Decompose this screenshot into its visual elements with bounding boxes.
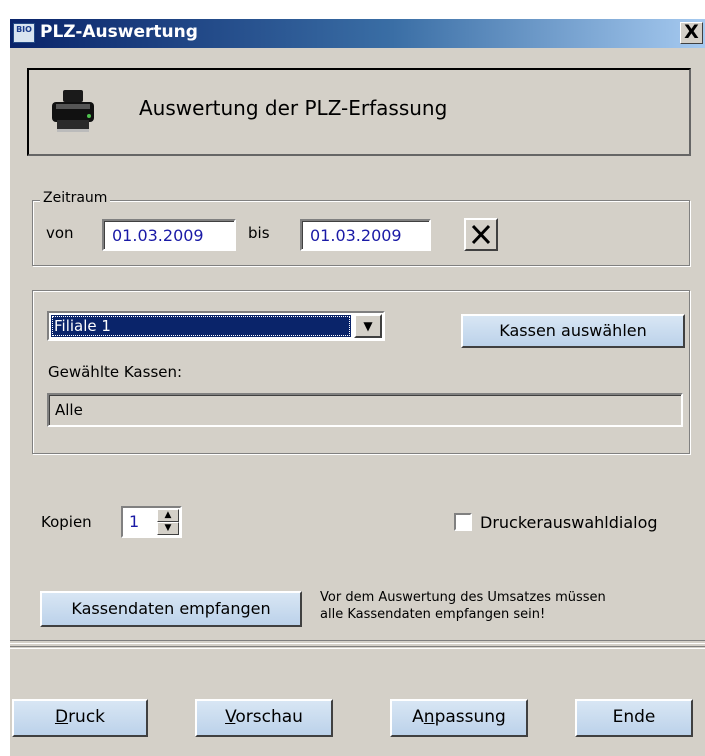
kopien-stepper[interactable]: 1 ▲ ▼ [121,506,182,538]
ende-button[interactable]: Ende [575,699,693,737]
kopien-label: Kopien [41,513,92,531]
bis-label: bis [248,224,270,242]
close-icon: X [684,21,699,43]
printer-icon [52,90,94,132]
kassendaten-empfangen-button[interactable]: Kassendaten empfangen [40,591,302,627]
spin-down-icon[interactable]: ▼ [157,522,179,535]
gewaehlte-kassen-label: Gewählte Kassen: [48,363,183,381]
filiale-selected-value: Filiale 1 [51,315,351,337]
clear-icon [471,224,491,245]
zeitraum-legend: Zeitraum [40,190,111,206]
druckerauswahl-checkbox[interactable] [454,513,472,531]
druckerauswahl-label[interactable]: Druckerauswahldialog [480,513,658,532]
kopien-value[interactable]: 1 [129,512,139,531]
gewaehlte-kassen-field: Alle [47,393,683,427]
note-line-2: alle Kassendaten empfangen sein! [320,607,546,622]
separator-2 [10,646,705,649]
clear-dates-button[interactable] [464,218,498,251]
anpassung-button[interactable]: Anpassung [390,699,528,737]
title-bar[interactable]: BIO PLZ-Auswertung X [10,19,705,48]
note-line-1: Vor dem Auswertung des Umsatzes müssen [320,590,606,605]
dropdown-arrow-icon[interactable]: ▼ [354,314,382,338]
empfangen-note: Vor dem Auswertung des Umsatzes müssen a… [320,589,606,623]
filiale-dropdown[interactable]: Filiale 1 ▼ [47,311,385,341]
druck-button[interactable]: Druck [12,699,148,737]
app-icon: BIO [13,23,35,43]
vorschau-button[interactable]: Vorschau [195,699,333,737]
bis-date-input[interactable]: 01.03.2009 [300,219,431,251]
spin-up-icon[interactable]: ▲ [157,509,179,522]
header-title: Auswertung der PLZ-Erfassung [139,96,448,120]
separator [10,640,705,644]
close-button[interactable]: X [680,22,703,44]
dialog-body: Auswertung der PLZ-Erfassung Zeitraum vo… [10,48,705,756]
von-label: von [46,224,74,242]
kassen-auswaehlen-button[interactable]: Kassen auswählen [461,314,685,348]
spin-buttons: ▲ ▼ [157,509,179,535]
header-panel: Auswertung der PLZ-Erfassung [27,68,691,156]
von-date-input[interactable]: 01.03.2009 [102,219,236,251]
window-title: PLZ-Auswertung [40,22,198,42]
